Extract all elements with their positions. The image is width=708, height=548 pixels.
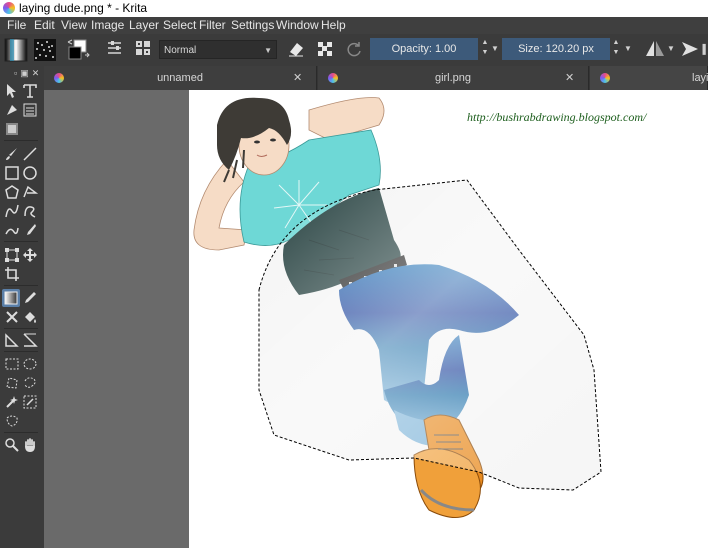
gradient-fill-icon[interactable] <box>4 121 20 137</box>
move-tool-icon[interactable] <box>22 247 38 263</box>
tab-label: unnamed <box>157 72 203 84</box>
polyline-tool-icon[interactable] <box>22 184 39 200</box>
rectangle-tool-icon[interactable] <box>4 165 20 181</box>
menu-view[interactable]: View <box>61 17 87 34</box>
menu-help[interactable]: Help <box>321 17 346 34</box>
similar-select-icon[interactable] <box>22 394 38 410</box>
zoom-tool-icon[interactable] <box>4 437 20 453</box>
tab-laying-dude[interactable]: layi <box>590 66 708 90</box>
polygon-tool-icon[interactable] <box>4 184 20 200</box>
brush-preset-icon[interactable] <box>133 38 155 62</box>
crop-tool-icon[interactable] <box>4 266 20 282</box>
edit-shapes-icon[interactable] <box>22 102 38 118</box>
freehand-brush-icon[interactable] <box>4 146 20 162</box>
window-title: laying dude.png * - Krita <box>19 1 148 15</box>
opacity-dropdown-icon[interactable]: ▼ <box>490 38 500 60</box>
opacity-value: Opacity: 1.00 <box>391 43 457 55</box>
mirror-dropdown-icon[interactable]: ▼ <box>666 38 676 60</box>
pin-icon[interactable]: ✕ <box>565 66 574 90</box>
eraser-icon[interactable] <box>285 38 307 62</box>
mirror-horizontal-icon[interactable] <box>643 38 667 62</box>
menu-settings[interactable]: Settings <box>231 17 274 34</box>
menu-bar: File Edit View Image Layer Select Filter… <box>0 17 708 34</box>
size-slider[interactable]: Size: 120.20 px <box>502 38 610 60</box>
preserve-alpha-icon[interactable] <box>314 38 336 62</box>
select-shape-icon[interactable] <box>4 83 20 99</box>
title-bar: laying dude.png * - Krita <box>0 0 708 17</box>
toolbox-separator <box>4 285 38 286</box>
freehand-path-icon[interactable] <box>22 203 38 219</box>
rect-select-icon[interactable] <box>4 356 20 372</box>
toolbox-separator <box>4 328 38 329</box>
tab-label: girl.png <box>434 72 472 84</box>
pattern-icon[interactable] <box>33 38 57 62</box>
gradient-preset-icon[interactable] <box>4 38 28 62</box>
assistant-tool-icon[interactable] <box>4 332 20 348</box>
multibrush-icon[interactable] <box>22 222 38 238</box>
ellipse-tool-icon[interactable] <box>22 165 38 181</box>
smart-patch-icon[interactable] <box>4 309 20 325</box>
calligraphy-icon[interactable] <box>4 102 20 118</box>
brush-settings-icon[interactable] <box>105 38 127 62</box>
bezier-tool-icon[interactable] <box>4 203 20 219</box>
toolbox-separator <box>4 432 38 433</box>
pin-icon[interactable]: ✕ <box>293 66 302 90</box>
chevron-down-icon: ▼ <box>264 46 272 55</box>
tab-girl-png[interactable]: girl.png ✕ <box>318 66 589 90</box>
line-tool-icon[interactable] <box>22 146 38 162</box>
blend-mode-value: Normal <box>164 45 197 56</box>
size-value: Size: 120.20 px <box>518 43 594 55</box>
swap-colors-icon[interactable] <box>66 38 92 62</box>
krita-logo-icon <box>600 73 610 83</box>
docker-controls[interactable]: ▫▣✕ <box>14 68 42 79</box>
toolbox-separator <box>4 351 38 352</box>
menu-image[interactable]: Image <box>91 17 124 34</box>
menu-select[interactable]: Select <box>163 17 196 34</box>
blend-mode-select[interactable]: Normal ▼ <box>159 40 277 59</box>
color-picker-icon[interactable] <box>22 290 38 306</box>
bezier-select-icon[interactable] <box>4 413 20 429</box>
reload-icon[interactable] <box>343 38 365 62</box>
illustration <box>193 97 602 518</box>
opacity-spin-buttons[interactable]: ▲ ▼ <box>480 38 490 60</box>
toolbar-overflow[interactable]: ▐ <box>697 38 708 60</box>
transform-tool-icon[interactable] <box>4 247 20 263</box>
fill-tool-icon[interactable] <box>22 309 38 325</box>
tab-label: layi <box>692 72 708 84</box>
menu-window[interactable]: Window <box>276 17 319 34</box>
ellipse-select-icon[interactable] <box>22 356 38 372</box>
toolbox-separator <box>4 140 38 141</box>
measure-tool-icon[interactable] <box>22 332 38 348</box>
dynamic-brush-icon[interactable] <box>4 222 20 238</box>
menu-filter[interactable]: Filter <box>199 17 226 34</box>
size-dropdown-icon[interactable]: ▼ <box>623 38 633 60</box>
krita-logo-icon <box>3 2 15 14</box>
opacity-slider[interactable]: Opacity: 1.00 <box>370 38 478 60</box>
gradient-tool-icon[interactable] <box>2 289 20 307</box>
tab-unnamed[interactable]: unnamed ✕ <box>44 66 317 90</box>
drawing-canvas[interactable]: http://bushrabdrawing.blogspot.com/ <box>189 90 708 548</box>
text-tool-icon[interactable] <box>22 83 38 99</box>
menu-edit[interactable]: Edit <box>34 17 55 34</box>
contiguous-select-icon[interactable] <box>4 394 20 410</box>
toolbox-separator <box>4 241 38 242</box>
menu-layer[interactable]: Layer <box>129 17 159 34</box>
polygon-select-icon[interactable] <box>4 375 20 391</box>
freehand-select-icon[interactable] <box>22 375 38 391</box>
menu-file[interactable]: File <box>7 17 26 34</box>
size-spin-buttons[interactable]: ▲ ▼ <box>611 38 621 60</box>
pan-tool-icon[interactable] <box>22 437 38 453</box>
